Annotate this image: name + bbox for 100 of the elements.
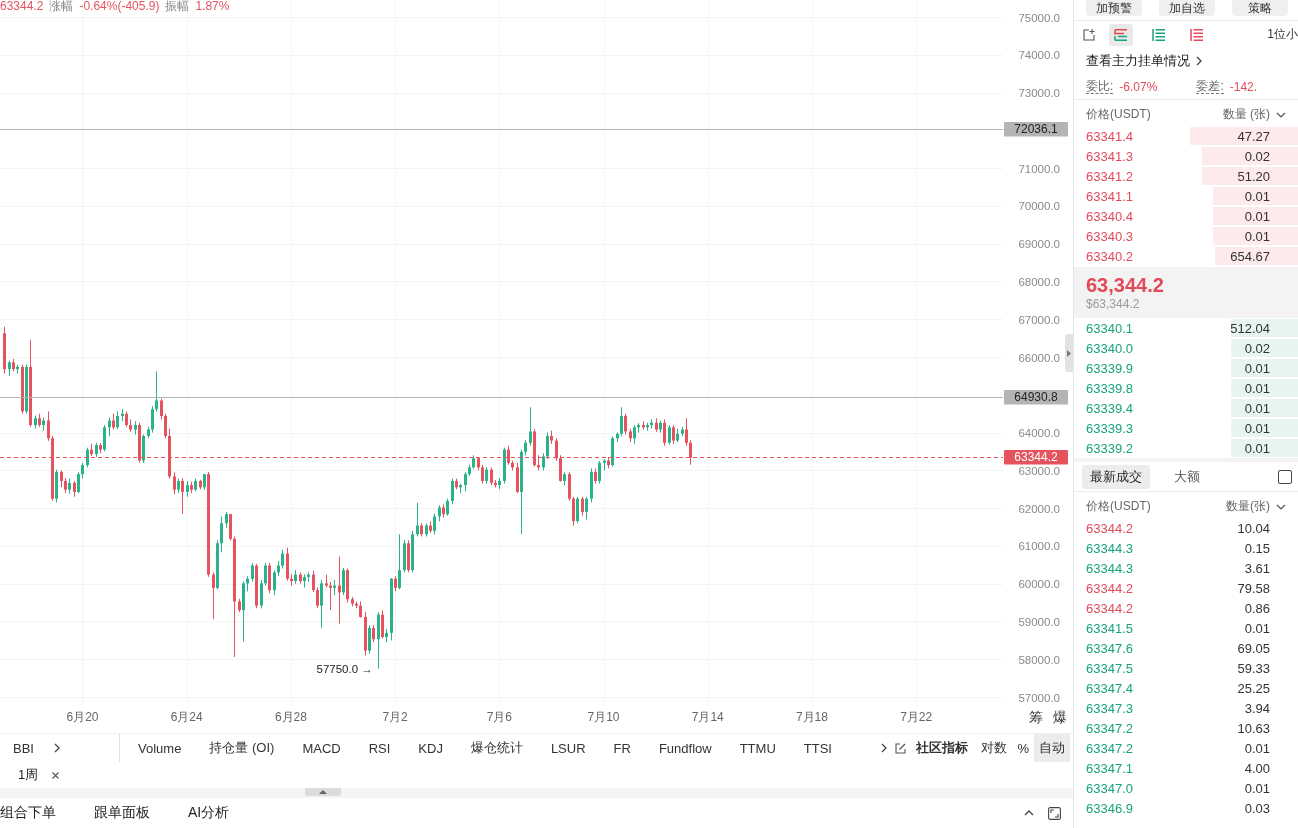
price-axis-label: 64000.0 bbox=[1018, 427, 1060, 440]
ask-order-row[interactable]: 63341.2 51.20 bbox=[1074, 166, 1298, 186]
chart-tool-button[interactable]: 爆 bbox=[1051, 709, 1069, 726]
indicator-tab[interactable]: 爆仓统计 bbox=[470, 739, 523, 757]
price-axis-label: 58000.0 bbox=[1018, 653, 1060, 666]
expand-icon[interactable] bbox=[1048, 806, 1061, 820]
chevron-down-icon[interactable] bbox=[1276, 503, 1286, 510]
indicator-tab[interactable]: TTSI bbox=[803, 740, 832, 756]
chevron-right-icon[interactable] bbox=[53, 743, 60, 753]
bottom-tab[interactable]: 组合下单 bbox=[0, 804, 56, 822]
ratio-label: 委差: bbox=[1196, 79, 1224, 94]
panel-action-button[interactable]: 策略 bbox=[1232, 0, 1288, 16]
trade-price: 63347.2 bbox=[1086, 740, 1133, 756]
trade-tab[interactable]: 最新成交 bbox=[1082, 464, 1150, 489]
indicator-tab[interactable]: LSUR bbox=[550, 740, 586, 756]
bid-order-row[interactable]: 63339.9 0.01 bbox=[1074, 358, 1298, 378]
price-axis-label: 74000.0 bbox=[1018, 49, 1060, 62]
trade-price: 63347.6 bbox=[1086, 640, 1133, 656]
indicator-tab[interactable]: MACD bbox=[302, 740, 341, 756]
precision-dropdown[interactable]: 1位小 bbox=[1267, 26, 1298, 43]
price-axis-label: 62000.0 bbox=[1018, 502, 1060, 515]
bid-order-row[interactable]: 63340.1 512.04 bbox=[1074, 318, 1298, 338]
trade-amount: 0.01 bbox=[1244, 740, 1270, 756]
trade-amount: 79.58 bbox=[1237, 580, 1270, 596]
chevron-right-icon[interactable] bbox=[881, 743, 888, 753]
trade-amount: 0.86 bbox=[1244, 600, 1270, 616]
indicator-tab[interactable]: KDJ bbox=[418, 740, 443, 756]
date-axis-label: 7月22 bbox=[900, 710, 933, 724]
date-axis-label: 6月28 bbox=[274, 710, 307, 724]
indicator-tab[interactable]: FR bbox=[613, 740, 631, 756]
trade-amount: 3.94 bbox=[1244, 700, 1270, 716]
indicator-tab[interactable]: Volume bbox=[138, 740, 182, 756]
bid-order-row[interactable]: 63339.8 0.01 bbox=[1074, 378, 1298, 398]
price-axis-label: 75000.0 bbox=[1018, 11, 1060, 24]
column-header: 价格(USDT) bbox=[1086, 498, 1151, 515]
chevron-right-icon[interactable] bbox=[1196, 56, 1202, 66]
ask-order-row[interactable]: 63341.1 0.01 bbox=[1074, 186, 1298, 206]
trade-tab[interactable]: 大额 bbox=[1166, 464, 1208, 489]
ask-order-row[interactable]: 63340.3 0.01 bbox=[1074, 226, 1298, 246]
trade-price: 63344.2 bbox=[1086, 520, 1133, 536]
indicator-tab[interactable]: 持仓量 (OI) bbox=[209, 739, 275, 757]
ask-order-row[interactable]: 63341.4 47.27 bbox=[1074, 126, 1298, 146]
square-plus-icon[interactable] bbox=[1083, 28, 1095, 41]
checkbox[interactable] bbox=[1278, 469, 1292, 484]
indicator-tab[interactable]: BBI bbox=[13, 740, 34, 756]
community-indicators-button[interactable]: 社区指标 bbox=[916, 739, 969, 757]
main-orders-link[interactable]: 查看主力挂单情况 bbox=[1086, 52, 1202, 70]
trade-price: 63344.2 bbox=[1086, 600, 1133, 616]
trade-price: 63344.3 bbox=[1086, 560, 1133, 576]
scale-mode-tab[interactable]: 自动 bbox=[1034, 734, 1070, 762]
panel-action-button[interactable]: 加预警 bbox=[1086, 0, 1142, 16]
ask-order-row[interactable]: 63340.2 654.67 bbox=[1074, 246, 1298, 266]
trade-amount: 0.01 bbox=[1244, 780, 1270, 796]
low-price-marker: 57750.0 → bbox=[316, 662, 373, 675]
order-book-icon bbox=[1114, 28, 1128, 41]
trade-price: 63344.3 bbox=[1086, 540, 1133, 556]
chevron-up-icon[interactable] bbox=[1024, 810, 1034, 816]
trade-price: 63347.5 bbox=[1086, 660, 1133, 676]
bid-order-row[interactable]: 63339.3 0.01 bbox=[1074, 418, 1298, 438]
resize-handle[interactable] bbox=[305, 788, 341, 796]
trade-price: 63347.0 bbox=[1086, 780, 1133, 796]
period-tag[interactable]: 1周 bbox=[18, 766, 39, 784]
date-axis-label: 7月2 bbox=[382, 710, 408, 724]
collapse-handle[interactable] bbox=[1065, 334, 1073, 372]
order-book-icon bbox=[1190, 28, 1204, 41]
ask-order-row[interactable]: 63341.3 0.02 bbox=[1074, 146, 1298, 166]
trade-price: 63341.5 bbox=[1086, 620, 1133, 636]
indicator-tab[interactable]: RSI bbox=[368, 740, 391, 756]
bottom-tab[interactable]: AI分析 bbox=[188, 804, 230, 822]
amplitude-value: 1.87% bbox=[195, 0, 230, 13]
price-axis-label: 63000.0 bbox=[1018, 464, 1060, 477]
caret-up-icon bbox=[319, 790, 327, 794]
panel-action-button[interactable]: 加自选 bbox=[1159, 0, 1215, 16]
trade-amount: 10.63 bbox=[1237, 720, 1270, 736]
last-price-usd: $63,344.2 bbox=[1086, 297, 1141, 311]
price-axis-label: 68000.0 bbox=[1018, 275, 1060, 288]
date-axis-label: 6月20 bbox=[66, 710, 99, 724]
close-icon[interactable] bbox=[52, 771, 60, 779]
price-axis-label: 71000.0 bbox=[1018, 162, 1060, 175]
chart-tool-button[interactable]: 筹 bbox=[1027, 709, 1045, 726]
scale-mode-tab[interactable]: % bbox=[1012, 734, 1034, 762]
price-axis-label: 57000.0 bbox=[1018, 691, 1060, 704]
bid-order-row[interactable]: 63339.2 0.01 bbox=[1074, 438, 1298, 458]
change-label: 涨幅 bbox=[49, 0, 74, 13]
column-header: 数量(张) bbox=[1226, 498, 1270, 515]
price-axis-label: 69000.0 bbox=[1018, 238, 1060, 251]
scale-mode-tab[interactable]: 对数 bbox=[976, 734, 1013, 762]
bid-order-row[interactable]: 63339.4 0.01 bbox=[1074, 398, 1298, 418]
indicator-tab[interactable]: Fundflow bbox=[658, 740, 712, 756]
chevron-down-icon[interactable] bbox=[1276, 111, 1286, 118]
trade-amount: 0.01 bbox=[1244, 620, 1270, 636]
trade-amount: 0.15 bbox=[1244, 540, 1270, 556]
bottom-tab[interactable]: 跟单面板 bbox=[94, 804, 150, 822]
ref-line-label: 72036.1 bbox=[1014, 122, 1059, 137]
bid-order-row[interactable]: 63340.0 0.02 bbox=[1074, 338, 1298, 358]
indicator-tab[interactable]: TTMU bbox=[739, 740, 776, 756]
ask-order-row[interactable]: 63340.4 0.01 bbox=[1074, 206, 1298, 226]
edit-icon[interactable] bbox=[895, 742, 907, 754]
trade-price: 63347.1 bbox=[1086, 760, 1133, 776]
book-view-button[interactable] bbox=[1109, 23, 1133, 46]
